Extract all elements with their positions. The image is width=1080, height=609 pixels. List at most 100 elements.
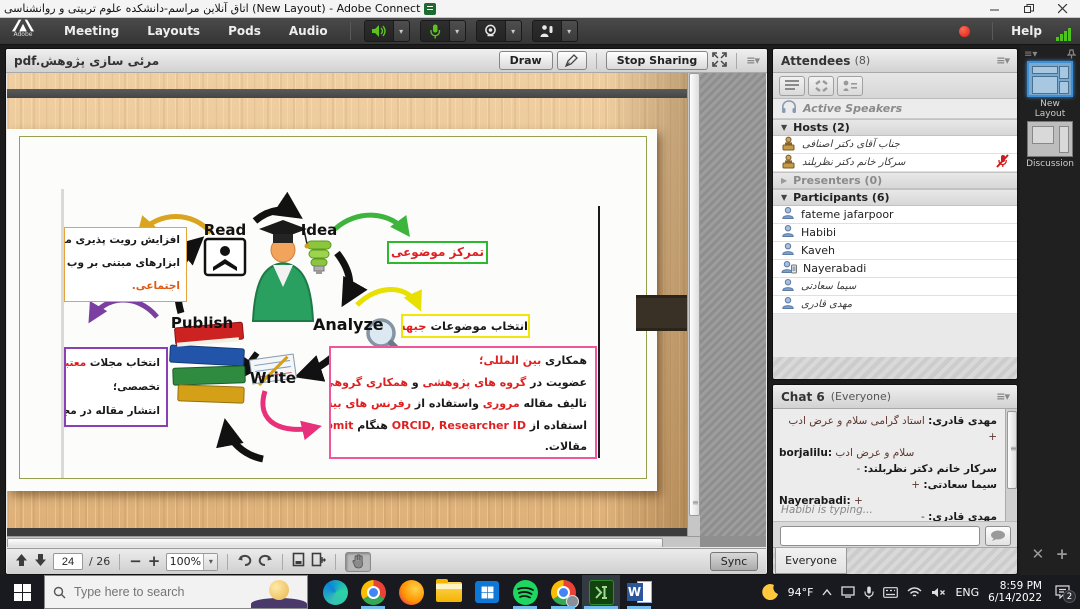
search-input[interactable]: [74, 585, 234, 599]
attendee-row[interactable]: سیما سعادتی: [773, 278, 1017, 296]
search-icon: [53, 586, 66, 599]
menu-audio[interactable]: Audio: [275, 18, 342, 45]
weather-moon-icon[interactable]: [762, 584, 779, 601]
horizontal-scrollbar[interactable]: [7, 536, 700, 547]
sync-button[interactable]: Sync: [710, 552, 758, 571]
mic-toggle[interactable]: ▾: [420, 20, 466, 42]
volume-muted-icon[interactable]: [931, 587, 946, 598]
chat-text: +: [911, 479, 920, 491]
draw-button[interactable]: Draw: [499, 51, 553, 70]
taskbar-store-icon[interactable]: [468, 575, 506, 609]
speaker-toggle[interactable]: ▾: [364, 20, 410, 42]
fullscreen-icon[interactable]: [712, 52, 727, 70]
zoom-dropdown-icon[interactable]: ▾: [203, 554, 217, 570]
attendee-row[interactable]: سرکار خانم دکتر نظربلند: [773, 154, 1017, 172]
chat-tab-bar: Everyone: [773, 547, 1017, 574]
new-layout-thumbnail[interactable]: [1027, 61, 1073, 97]
tab-everyone[interactable]: Everyone: [775, 548, 847, 574]
temperature-label[interactable]: 94°F: [788, 586, 814, 599]
list-view-icon[interactable]: [779, 76, 805, 96]
taskbar-firefox-icon[interactable]: [392, 575, 430, 609]
hosts-section-header[interactable]: ▼ Hosts (2): [773, 119, 1017, 136]
start-button[interactable]: [0, 575, 44, 609]
horizontal-scrollbar-thumb[interactable]: [7, 538, 663, 547]
attendees-pod-menu-icon[interactable]: ≡▾: [996, 54, 1009, 67]
connection-signal-icon[interactable]: [1056, 22, 1072, 41]
taskbar-edge-icon[interactable]: [316, 575, 354, 609]
status-dropdown[interactable]: ▾: [562, 20, 578, 42]
menu-meeting[interactable]: Meeting: [50, 18, 133, 45]
attendees-resize-area[interactable]: [773, 357, 1017, 379]
close-pod-icon[interactable]: ✕: [1032, 545, 1045, 563]
status-view-icon[interactable]: [837, 76, 863, 96]
presenters-section-header[interactable]: ▶ Presenters (0): [773, 172, 1017, 189]
attendee-row[interactable]: Nayerabadi: [773, 260, 1017, 278]
webcam-toggle[interactable]: ▾: [476, 20, 522, 42]
attendee-row[interactable]: Kaveh: [773, 242, 1017, 260]
mic-icon[interactable]: [420, 20, 450, 42]
participants-section-header[interactable]: ▼ Participants (6): [773, 189, 1017, 206]
attendee-row[interactable]: Habibi: [773, 224, 1017, 242]
vertical-scrollbar[interactable]: [687, 73, 700, 536]
undo-icon[interactable]: [237, 552, 252, 571]
tray-chevron-icon[interactable]: [822, 589, 832, 596]
zoom-out-icon[interactable]: −: [129, 554, 142, 569]
chat-message-input[interactable]: [780, 526, 980, 546]
fit-width-icon[interactable]: [311, 552, 326, 571]
visibility-textbox: افزایش رویت پذیری مقالاتابزارهای مبتنی ب…: [64, 227, 187, 302]
webcam-icon[interactable]: [476, 20, 506, 42]
redo-icon[interactable]: [258, 552, 273, 571]
analyze-label: Analyze: [313, 315, 383, 334]
zoom-in-icon[interactable]: +: [148, 554, 161, 569]
vertical-scrollbar-thumb[interactable]: [689, 73, 700, 516]
minimize-icon[interactable]: [978, 0, 1012, 17]
speaker-dropdown[interactable]: ▾: [394, 20, 410, 42]
taskbar-chrome-icon[interactable]: [354, 575, 392, 609]
share-pod-menu-icon[interactable]: ≡▾: [746, 54, 759, 67]
layout-new-layout[interactable]: New Layout: [1026, 61, 1074, 119]
grid-view-icon[interactable]: [808, 76, 834, 96]
layout-discussion[interactable]: Discussion: [1026, 121, 1074, 169]
discussion-thumbnail[interactable]: [1027, 121, 1073, 157]
raise-hand-icon[interactable]: [532, 20, 562, 42]
taskbar-file-explorer-icon[interactable]: [430, 575, 468, 609]
page-up-icon[interactable]: [15, 552, 28, 571]
send-message-button[interactable]: [985, 526, 1011, 546]
wifi-icon[interactable]: [907, 587, 922, 598]
tray-keyboard-icon[interactable]: [883, 587, 898, 598]
taskbar-spotify-icon[interactable]: [506, 575, 544, 609]
slide-page: Read Idea Analyze Write Publish افزایش ر…: [7, 129, 657, 491]
pan-tool-button[interactable]: [345, 552, 371, 572]
close-icon[interactable]: [1046, 0, 1080, 17]
webcam-dropdown[interactable]: ▾: [506, 20, 522, 42]
taskbar-word-icon[interactable]: W: [620, 575, 658, 609]
speaker-icon[interactable]: [364, 20, 394, 42]
chat-scrollbar-thumb[interactable]: [1007, 411, 1017, 489]
chat-pod-menu-icon[interactable]: ≡▾: [996, 390, 1009, 403]
tray-mic-icon[interactable]: [864, 586, 874, 599]
restore-icon[interactable]: [1012, 0, 1046, 17]
status-toggle[interactable]: ▾: [532, 20, 578, 42]
attendee-row[interactable]: مهدی قادری: [773, 296, 1017, 314]
menu-pods[interactable]: Pods: [214, 18, 275, 45]
tray-device-icon[interactable]: [841, 586, 855, 598]
page-number-input[interactable]: [53, 553, 83, 570]
mic-dropdown[interactable]: ▾: [450, 20, 466, 42]
fit-page-icon[interactable]: [292, 552, 305, 571]
page-down-icon[interactable]: [34, 552, 47, 571]
attendee-row[interactable]: جناب آقای دکتر اصنافی: [773, 136, 1017, 154]
taskbar-chrome-profile-icon[interactable]: [544, 575, 582, 609]
chat-scrollbar[interactable]: [1005, 409, 1017, 521]
pointer-pen-button[interactable]: [557, 51, 587, 70]
taskbar-search[interactable]: [44, 575, 308, 609]
clock[interactable]: 8:59 PM 6/14/2022: [988, 580, 1042, 604]
notifications-icon[interactable]: 2: [1055, 585, 1070, 599]
attendee-row[interactable]: fateme jafarpoor: [773, 206, 1017, 224]
zoom-level-select[interactable]: 100% ▾: [166, 553, 218, 571]
language-indicator[interactable]: ENG: [955, 586, 979, 599]
menu-layouts[interactable]: Layouts: [133, 18, 214, 45]
taskbar-adobe-connect-icon[interactable]: [582, 575, 620, 609]
stop-sharing-button[interactable]: Stop Sharing: [606, 51, 709, 70]
help-menu[interactable]: Help: [1011, 24, 1042, 38]
add-pod-icon[interactable]: +: [1056, 545, 1069, 563]
